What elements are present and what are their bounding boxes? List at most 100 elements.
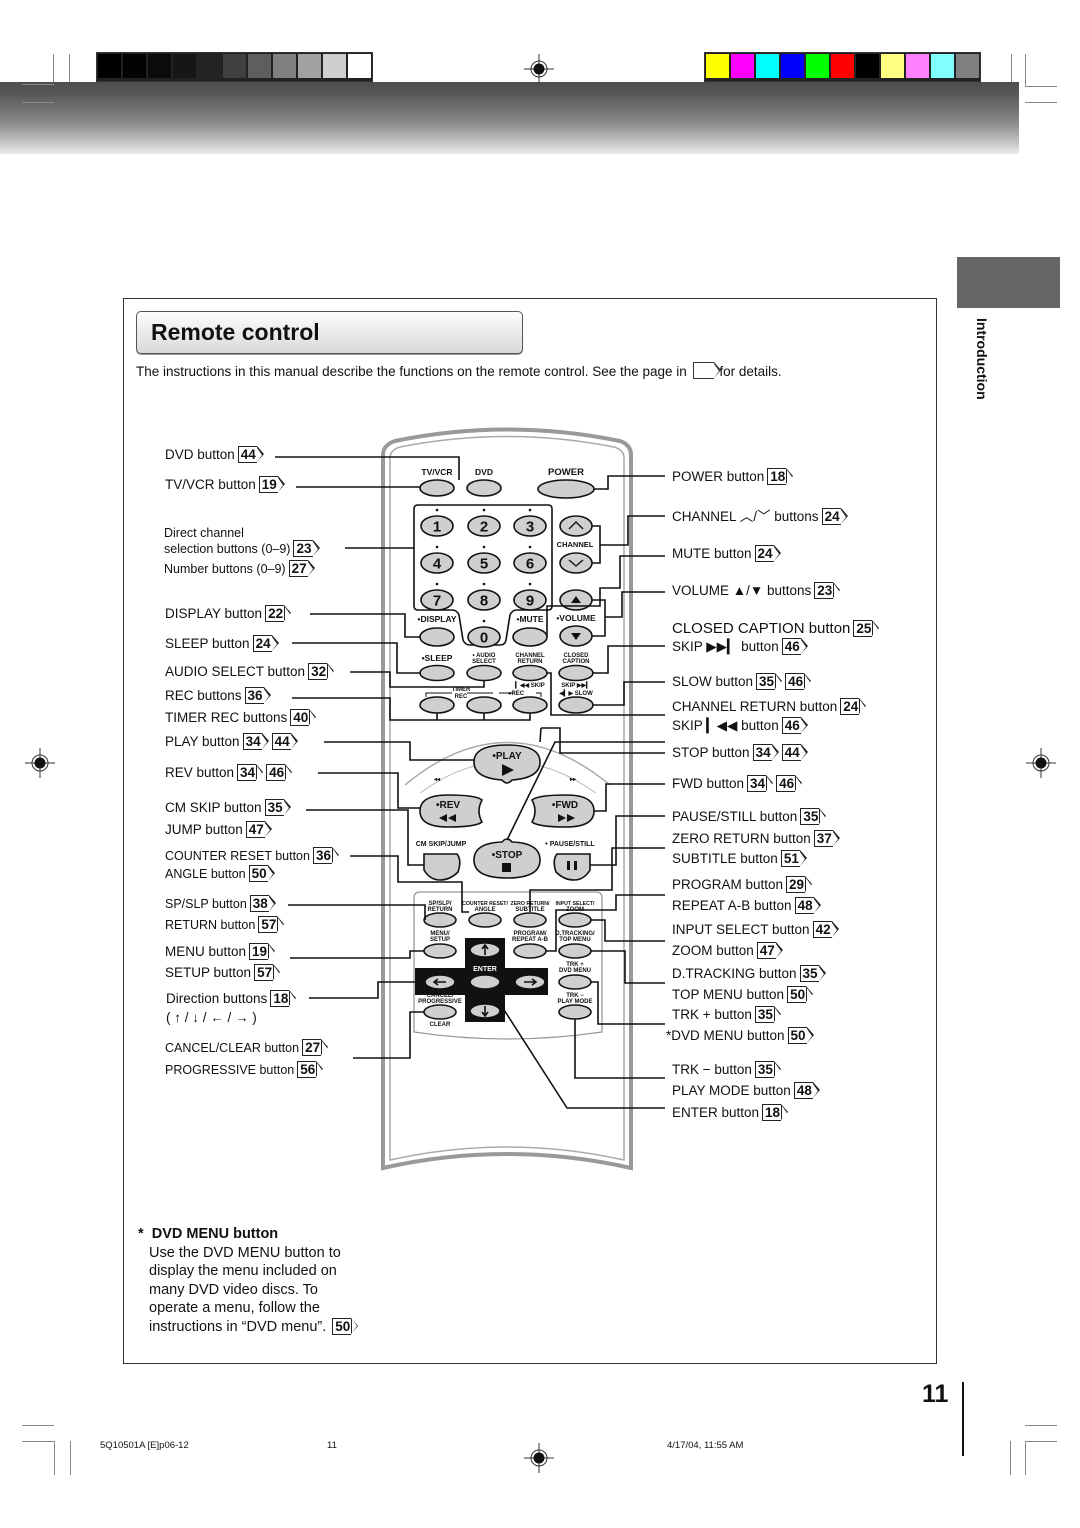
page-ref-badge[interactable]: 18 [270, 990, 297, 1007]
page-ref-badge[interactable]: 34 [242, 733, 269, 750]
page-ref-badge[interactable]: 48 [794, 897, 821, 914]
cm-skip-jump-button[interactable] [423, 853, 461, 881]
page-ref-badge[interactable]: 50 [787, 1027, 814, 1044]
audio-select-button[interactable] [466, 664, 502, 682]
page-ref-badge[interactable]: 35 [800, 808, 827, 825]
page-ref-badge[interactable]: 57 [258, 916, 285, 933]
right-callout-label: *DVD MENU button 50 [666, 1027, 815, 1044]
page-ref-badge[interactable]: 24 [821, 508, 848, 525]
right-callout-label: ZOOM button 47 [672, 942, 784, 959]
right-callout-label: MUTE button 24 [672, 545, 782, 562]
left-callout-label: JUMP button 47 [165, 821, 273, 838]
page-ref-badge[interactable]: 44 [237, 446, 264, 463]
mute-button[interactable] [512, 627, 548, 647]
page-ref-badge[interactable]: 47 [245, 821, 272, 838]
page-ref-badge[interactable]: 38 [249, 895, 276, 912]
callout-text: PLAY MODE button [672, 1083, 791, 1098]
page-ref-badge[interactable]: 44 [781, 744, 808, 761]
trk-plus-dvd-menu-button[interactable] [558, 974, 592, 990]
page-ref-badge[interactable]: 50 [248, 865, 275, 882]
page-ref-badge[interactable]: 34 [752, 744, 779, 761]
channel-down-button[interactable] [559, 552, 593, 574]
channel-return-button[interactable] [512, 664, 548, 682]
page-ref-badge[interactable]: 47 [756, 942, 783, 959]
page-ref-badge[interactable]: 46 [781, 717, 808, 734]
page-ref-badge[interactable]: 22 [265, 605, 292, 622]
page-ref-badge[interactable]: 40 [290, 709, 317, 726]
page-ref-number: 35 [803, 809, 819, 824]
page-ref-badge[interactable]: 23 [814, 582, 841, 599]
callout-text: PROGRESSIVE button [165, 1063, 295, 1077]
program-repeat-ab-button[interactable] [513, 943, 547, 959]
pause-still-button[interactable] [553, 853, 591, 881]
display-button[interactable] [419, 627, 455, 647]
page-ref-badge[interactable]: 48 [793, 1082, 820, 1099]
page-ref-badge[interactable]: 29 [786, 876, 813, 893]
page-ref-badge[interactable]: 51 [780, 850, 807, 867]
label-cm-skip-jump: CM SKIP/JUMP [416, 841, 467, 848]
page-ref-badge[interactable]: 27 [288, 560, 315, 577]
zero-return-subtitle-button[interactable] [513, 912, 547, 928]
page-ref-badge[interactable]: 24 [252, 635, 279, 652]
page-ref-badge[interactable]: 56 [297, 1061, 324, 1078]
menu-setup-button[interactable] [423, 943, 457, 959]
rec-button[interactable] [512, 696, 548, 714]
right-callout-label: TOP MENU button 50 [672, 986, 814, 1003]
trk-minus-play-mode-button[interactable] [558, 1004, 592, 1020]
page-ref-badge[interactable]: 18 [762, 1104, 789, 1121]
digit-dot [435, 508, 439, 512]
slow-button[interactable] [558, 696, 594, 714]
callout-text: PROGRAM button [672, 877, 784, 892]
d-tracking-top-menu-button[interactable] [558, 943, 592, 959]
page-ref-badge[interactable]: 44 [271, 733, 298, 750]
channel-up-button[interactable] [559, 515, 593, 537]
dvd-button[interactable] [466, 479, 502, 497]
page-ref-badge[interactable]: 36 [312, 847, 340, 864]
power-button[interactable] [537, 479, 595, 499]
page-ref-badge[interactable]: 35 [799, 965, 826, 982]
page-ref-number: 44 [784, 745, 800, 760]
page-ref-badge[interactable]: 19 [258, 476, 285, 493]
page-ref-badge[interactable]: 34 [747, 775, 774, 792]
page-ref-badge[interactable]: 46 [785, 673, 812, 690]
closed-caption-button[interactable] [558, 664, 594, 682]
page-ref-badge[interactable]: 23 [293, 540, 320, 557]
sp-slp-return-button[interactable] [423, 912, 457, 928]
page-ref-badge[interactable]: 50 [787, 986, 814, 1003]
remote-body-outline [381, 427, 633, 1171]
page-ref-badge[interactable]: 32 [308, 663, 335, 680]
counter-reset-angle-button[interactable] [468, 912, 502, 928]
page-ref-badge[interactable]: 18 [767, 468, 794, 485]
page-ref-number: 42 [815, 922, 831, 937]
page-ref-badge[interactable]: 27 [302, 1039, 329, 1056]
label-progressive: PROGRESSIVE [418, 999, 462, 1005]
page-ref-badge[interactable]: 35 [756, 673, 783, 690]
page-ref-badge[interactable]: 42 [812, 921, 839, 938]
page-ref-badge[interactable]: 36 [244, 687, 271, 704]
page-ref-badge[interactable]: 46 [781, 638, 808, 655]
page-ref-badge[interactable]: 35 [264, 799, 291, 816]
enter-button[interactable] [469, 974, 501, 990]
sleep-button[interactable] [419, 664, 455, 682]
page-ref-badge[interactable]: 25 [853, 620, 880, 637]
tvvcr-button[interactable] [419, 479, 455, 497]
page-ref-badge[interactable]: 50 [332, 1317, 359, 1335]
page-ref-badge[interactable]: 19 [249, 943, 276, 960]
cancel-progressive-button[interactable] [423, 1004, 457, 1020]
page-ref-badge[interactable]: 37 [813, 830, 840, 847]
page-ref-badge[interactable]: 35 [754, 1006, 781, 1023]
right-callout-label: SKIP ▶▶▎ button 46 [672, 638, 809, 655]
timer-rec-button-2[interactable] [466, 696, 502, 714]
left-callout-label: Direction buttons 18 [166, 990, 297, 1007]
left-callout-label: DVD button 44 [165, 446, 265, 463]
page-ref-number: 34 [750, 776, 766, 791]
input-select-zoom-button[interactable] [558, 912, 592, 928]
page-ref-badge[interactable]: 24 [754, 545, 781, 562]
page-ref-badge[interactable]: 46 [776, 775, 803, 792]
page-ref-badge[interactable]: 46 [266, 764, 293, 781]
page-ref-badge[interactable]: 24 [840, 698, 867, 715]
page-ref-badge[interactable]: 57 [254, 964, 281, 981]
timer-rec-button-1[interactable] [419, 696, 455, 714]
page-ref-badge[interactable]: 34 [237, 764, 264, 781]
page-ref-badge[interactable]: 35 [754, 1061, 781, 1078]
